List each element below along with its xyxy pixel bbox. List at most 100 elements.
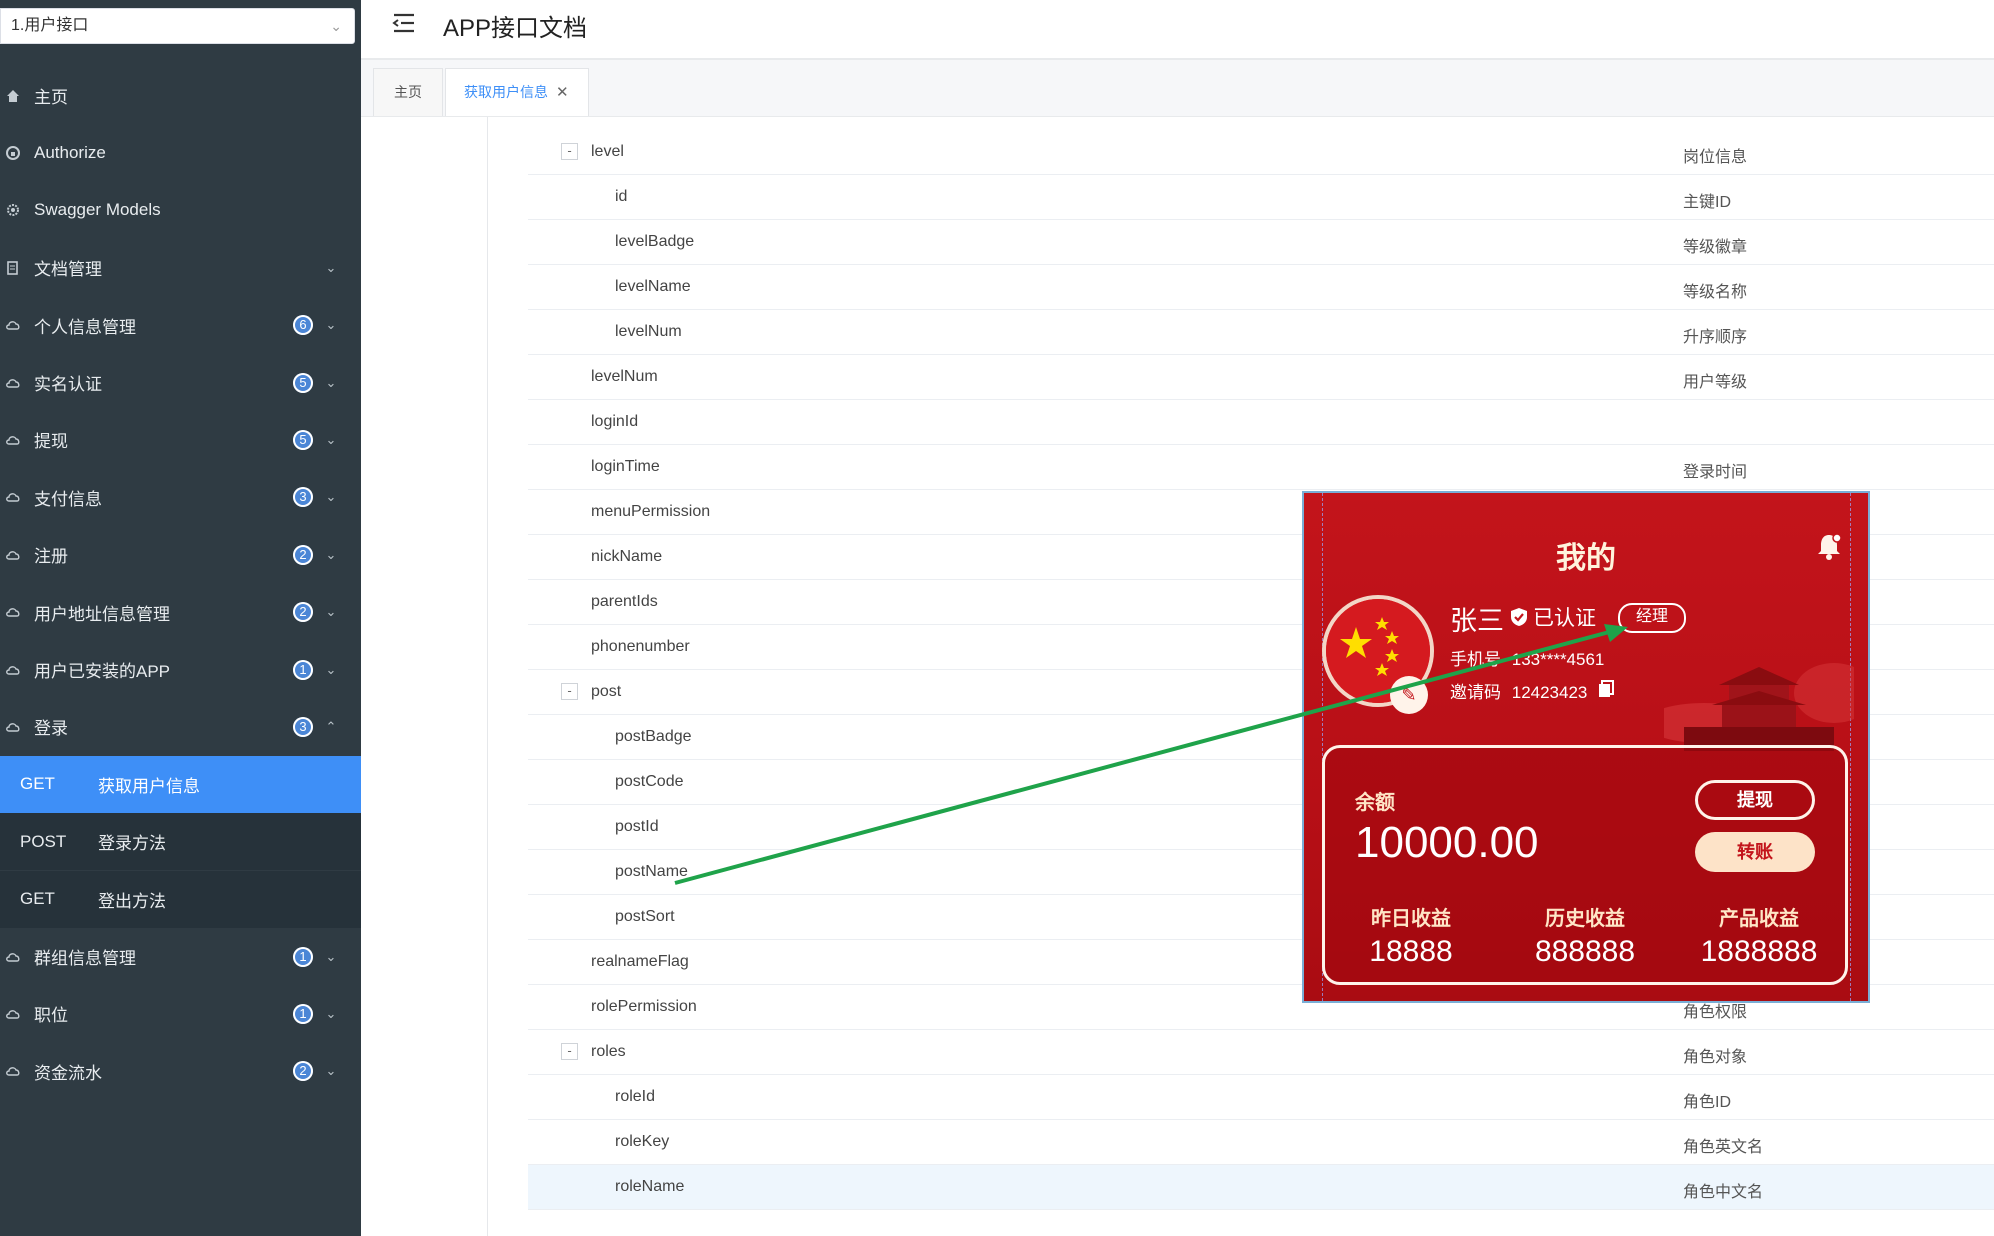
table-row: levelBadge 等级徽章 <box>528 220 1994 265</box>
endpoint-label: 登出方法 <box>98 891 166 911</box>
cloud-icon <box>6 434 26 446</box>
sidebar-item[interactable]: 群组信息管理 1 ⌄ <box>0 928 361 985</box>
transfer-button[interactable]: 转账 <box>1695 832 1815 872</box>
group-select-value: 1.用户接口 <box>11 17 89 34</box>
count-badge: 3 <box>293 716 313 737</box>
param-name: parentIds <box>591 593 658 610</box>
param-name: level <box>591 143 624 160</box>
sidebar-item[interactable]: 登录 3 ⌃ <box>0 698 361 755</box>
sidebar-item[interactable]: 用户地址信息管理 2 ⌄ <box>0 584 361 641</box>
param-name: postName <box>615 863 688 880</box>
collapse-toggle[interactable]: - <box>561 683 578 700</box>
menu-toggle-icon[interactable] <box>391 10 417 43</box>
menu-fold-icon <box>392 13 414 33</box>
table-row: roleId 角色ID <box>528 1075 1994 1120</box>
palace-illustration-icon <box>1644 653 1868 758</box>
sidebar-item-label: 提现 <box>34 432 68 452</box>
cloud-icon <box>6 1065 26 1077</box>
chevron-down-icon: ⌄ <box>325 431 337 447</box>
param-description: 等级徽章 <box>1683 239 1748 256</box>
invite-code-line: 邀请码 12423423 <box>1450 678 1615 703</box>
phone-number-line: 手机号 133****4561 <box>1450 645 1604 670</box>
sidebar-item[interactable]: 文档管理 ⌄ <box>0 239 361 296</box>
sidebar-item[interactable]: 主页 <box>0 67 361 124</box>
param-name: nickName <box>591 548 663 565</box>
param-description: 等级名称 <box>1683 284 1748 301</box>
chevron-down-icon: ⌄ <box>325 259 337 275</box>
stat-value: 1888888 <box>1700 935 1818 968</box>
param-name: roles <box>591 1043 626 1060</box>
user-name: 张三 <box>1450 606 1504 636</box>
cloud-icon <box>6 549 26 561</box>
close-icon[interactable]: ✕ <box>556 84 569 101</box>
sidebar-endpoint[interactable]: POST 登录方法 <box>0 813 361 871</box>
collapse-toggle[interactable]: - <box>561 143 578 160</box>
tab-get-user-info[interactable]: 获取用户信息 ✕ <box>445 68 589 116</box>
param-name: levelName <box>615 278 691 295</box>
sidebar-item-label: Authorize <box>34 142 106 162</box>
sidebar-item[interactable]: 用户已安装的APP 1 ⌄ <box>0 641 361 698</box>
group-select[interactable]: 1.用户接口 ⌄ <box>0 8 355 44</box>
home-icon <box>6 89 26 103</box>
param-description: 用户等级 <box>1683 374 1748 391</box>
sidebar-item[interactable]: 提现 5 ⌄ <box>0 411 361 468</box>
chevron-down-icon: ⌄ <box>325 948 337 964</box>
table-row: - level 岗位信息 <box>528 130 1994 175</box>
sidebar-endpoint[interactable]: GET 获取用户信息 <box>0 755 361 813</box>
param-name: phonenumber <box>591 638 690 655</box>
stat-product: 产品收益 1888888 <box>1689 902 1829 969</box>
sidebar-item-label: 主页 <box>34 88 68 107</box>
param-name: realnameFlag <box>591 953 689 970</box>
endpoint-label: 登录方法 <box>98 834 166 854</box>
chevron-down-icon: ⌄ <box>325 1005 337 1021</box>
cloud-icon <box>6 377 26 389</box>
cloud-icon <box>6 319 26 331</box>
bell-icon[interactable] <box>1814 531 1844 566</box>
count-badge: 2 <box>293 602 313 623</box>
stat-value: 18888 <box>1369 935 1453 968</box>
cloud-icon <box>6 491 26 503</box>
table-row: loginTime 登录时间 <box>528 445 1994 490</box>
sidebar-endpoint[interactable]: GET 登出方法 <box>0 870 361 928</box>
tab-home[interactable]: 主页 <box>373 68 443 116</box>
withdraw-button[interactable]: 提现 <box>1695 780 1815 820</box>
param-description: 主键ID <box>1683 194 1732 211</box>
sidebar-item[interactable]: 注册 2 ⌄ <box>0 526 361 583</box>
http-method: POST <box>20 831 67 851</box>
stat-label: 历史收益 <box>1545 908 1625 930</box>
chevron-down-icon: ⌄ <box>330 18 342 34</box>
invite-value: 12423423 <box>1511 683 1588 702</box>
param-description: 角色对象 <box>1683 1049 1748 1066</box>
sidebar-item-label: 支付信息 <box>34 489 102 509</box>
verified-text: 已认证 <box>1533 607 1596 630</box>
copy-icon[interactable] <box>1598 680 1615 702</box>
sidebar-item[interactable]: 支付信息 3 ⌄ <box>0 469 361 526</box>
sidebar-item-label: 群组信息管理 <box>34 949 136 968</box>
chevron-down-icon: ⌄ <box>325 604 337 620</box>
sidebar-item[interactable]: 实名认证 5 ⌄ <box>0 354 361 411</box>
phone-page-title: 我的 <box>1556 542 1616 575</box>
collapse-toggle[interactable]: - <box>561 1043 578 1060</box>
param-name: postId <box>615 818 659 835</box>
sidebar-item[interactable]: 资金流水 2 ⌄ <box>0 1043 361 1100</box>
table-row: levelNum 用户等级 <box>528 355 1994 400</box>
param-name: menuPermission <box>591 503 711 520</box>
param-name: id <box>615 188 628 205</box>
phone-label: 手机号 <box>1450 650 1501 669</box>
edit-avatar-icon[interactable]: ✎ <box>1390 676 1428 714</box>
top-header: APP接口文档 <box>361 0 1994 60</box>
page-title: APP接口文档 <box>443 15 588 42</box>
verified-badge: 已认证 <box>1508 602 1596 632</box>
sidebar-item-label: 登录 <box>34 719 68 739</box>
phone-screenshot-overlay: 我的 ✎ 张三 已认证 经理 手机号 133****4561 邀请码 12423 <box>1302 491 1870 1003</box>
stat-value: 888888 <box>1534 935 1636 968</box>
stat-label: 产品收益 <box>1719 908 1799 930</box>
sidebar-item[interactable]: 职位 1 ⌄ <box>0 985 361 1042</box>
sidebar-item[interactable]: Swagger Models <box>0 182 361 239</box>
cloud-icon <box>6 664 26 676</box>
role-badge: 经理 <box>1618 603 1687 633</box>
sidebar-item[interactable]: Authorize <box>0 124 361 181</box>
sidebar-item-label: Swagger Models <box>34 200 161 220</box>
sidebar-item[interactable]: 个人信息管理 6 ⌄ <box>0 297 361 354</box>
sidebar-item-label: 职位 <box>34 1006 68 1026</box>
